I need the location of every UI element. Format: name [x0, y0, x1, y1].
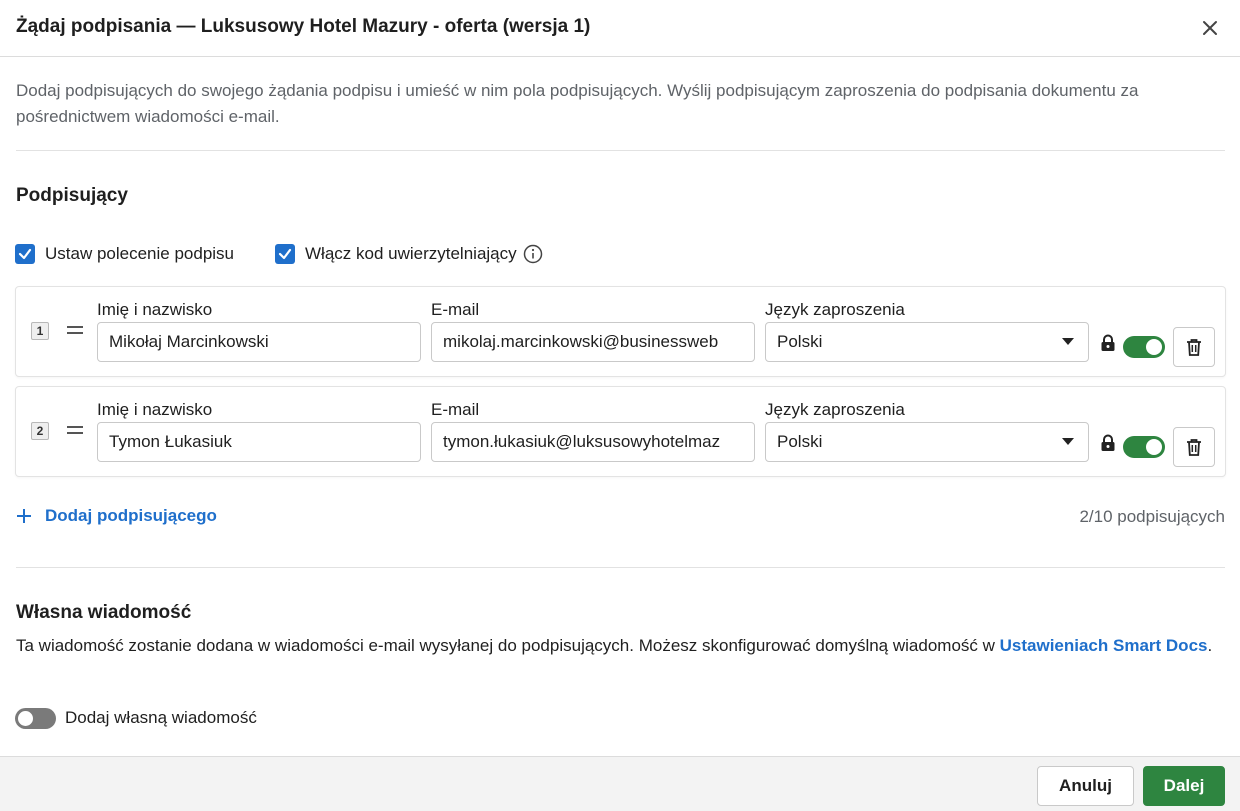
divider — [16, 567, 1225, 568]
info-icon[interactable] — [523, 244, 543, 264]
auth-toggle[interactable] — [1123, 436, 1165, 458]
name-input[interactable]: Tymon Łukasiuk — [97, 422, 421, 462]
language-select-value: Polski — [777, 332, 823, 351]
delete-signer-button[interactable] — [1173, 427, 1215, 467]
close-button[interactable] — [1196, 14, 1224, 42]
custom-message-description: Ta wiadomość zostanie dodana w wiadomośc… — [16, 632, 1228, 659]
custom-message-heading: Własna wiadomość — [16, 602, 192, 623]
signer-count: 2/10 podpisujących — [1079, 507, 1225, 526]
lock-icon — [1101, 434, 1115, 451]
auth-code-checkbox-label: Włącz kod uwierzytelniający — [305, 244, 517, 263]
plus-icon — [16, 508, 32, 524]
checkbox-checked-icon[interactable] — [275, 244, 295, 264]
email-input[interactable]: tymon.łukasiuk@luksusowyhotelmaz — [431, 422, 755, 462]
custom-message-toggle[interactable] — [15, 708, 56, 729]
language-select[interactable]: Polski — [765, 422, 1089, 462]
checkbox-checked-icon[interactable] — [15, 244, 35, 264]
signer-number: 1 — [31, 322, 49, 340]
signer-row: 2 Imię i nazwisko Tymon Łukasiuk E-mail … — [15, 386, 1226, 477]
delete-signer-button[interactable] — [1173, 327, 1215, 367]
add-signer-label: Dodaj podpisującego — [45, 506, 217, 525]
close-icon[interactable] — [1202, 20, 1218, 36]
drag-handle-icon[interactable] — [67, 324, 85, 338]
language-label: Język zaproszenia — [765, 400, 905, 419]
email-label: E-mail — [431, 400, 480, 419]
chevron-down-icon — [1062, 338, 1074, 345]
toggle-knob — [18, 711, 33, 726]
signers-heading: Podpisujący — [16, 185, 128, 206]
lock-icon — [1101, 334, 1115, 351]
add-signer-button[interactable]: Dodaj podpisującego — [16, 506, 217, 526]
description-end: . — [1207, 636, 1213, 655]
drag-handle-icon[interactable] — [67, 424, 85, 438]
order-checkbox-label: Ustaw polecenie podpisu — [45, 244, 235, 263]
name-label: Imię i nazwisko — [97, 300, 213, 319]
order-checkbox[interactable]: Ustaw polecenie podpisu — [15, 242, 234, 266]
custom-message-toggle-label: Dodaj własną wiadomość — [65, 708, 257, 727]
language-select[interactable]: Polski — [765, 322, 1089, 362]
trash-icon — [1187, 439, 1201, 456]
next-button[interactable]: Dalej — [1143, 766, 1225, 806]
auth-toggle[interactable] — [1123, 336, 1165, 358]
email-label: E-mail — [431, 300, 480, 319]
chevron-down-icon — [1062, 438, 1074, 445]
email-input[interactable]: mikolaj.marcinkowski@businessweb — [431, 322, 755, 362]
divider — [16, 150, 1225, 151]
auth-code-checkbox[interactable]: Włącz kod uwierzytelniający — [275, 242, 543, 266]
settings-link[interactable]: Ustawieniach Smart Docs — [1000, 636, 1208, 655]
description-text: Ta wiadomość zostanie dodana w wiadomośc… — [16, 636, 1000, 655]
intro-text: Dodaj podpisujących do swojego żądania p… — [16, 81, 1139, 126]
name-input[interactable]: Mikołaj Marcinkowski — [97, 322, 421, 362]
toggle-knob — [1146, 339, 1162, 355]
dialog-title: Żądaj podpisania — Luksusowy Hotel Mazur… — [16, 16, 591, 37]
toggle-knob — [1146, 439, 1162, 455]
dialog-header: Żądaj podpisania — Luksusowy Hotel Mazur… — [0, 0, 1240, 57]
signer-number: 2 — [31, 422, 49, 440]
trash-icon — [1187, 339, 1201, 356]
signer-row: 1 Imię i nazwisko Mikołaj Marcinkowski E… — [15, 286, 1226, 377]
name-label: Imię i nazwisko — [97, 400, 213, 419]
dialog-footer: Anuluj Dalej — [0, 756, 1240, 811]
cancel-button[interactable]: Anuluj — [1037, 766, 1134, 806]
language-select-value: Polski — [777, 432, 823, 451]
language-label: Język zaproszenia — [765, 300, 905, 319]
